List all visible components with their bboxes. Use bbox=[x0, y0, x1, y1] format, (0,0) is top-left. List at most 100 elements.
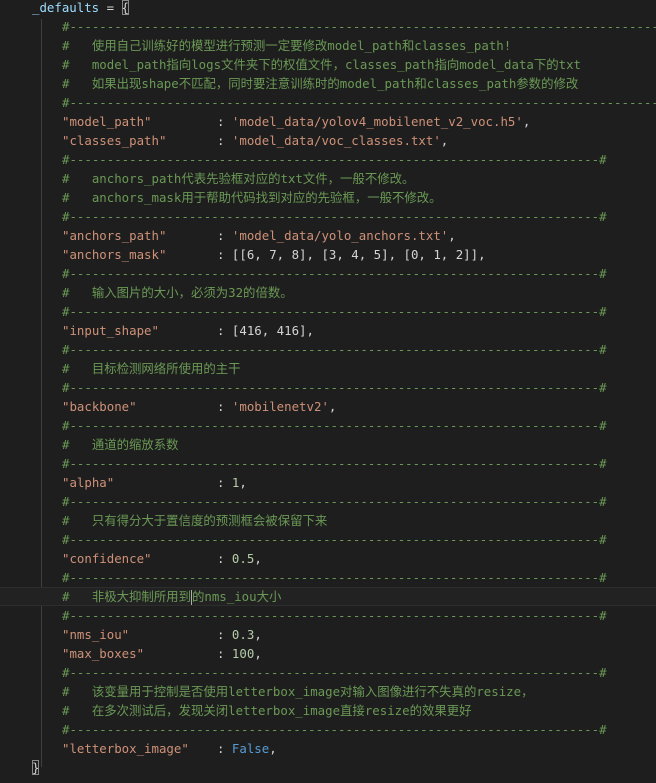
comma: , bbox=[306, 323, 314, 338]
comment-line: # 只有得分大于置信度的预测框会被保留下来 bbox=[62, 513, 328, 528]
colon: : bbox=[217, 475, 232, 490]
code-line[interactable]: # 使用自己训练好的模型进行预测一定要修改model_path和classes_… bbox=[0, 36, 656, 55]
comment-divider: #---------------------------------------… bbox=[62, 570, 607, 585]
code-line[interactable]: "backbone": 'mobilenetv2', bbox=[0, 397, 656, 416]
dict-value: 0.3 bbox=[231, 627, 255, 642]
comment-divider: #---------------------------------------… bbox=[62, 494, 607, 509]
open-brace: { bbox=[121, 0, 129, 15]
comment-line-tail: 的nms_iou大小 bbox=[191, 589, 282, 604]
dict-key: "max_boxes" bbox=[62, 646, 145, 661]
colon: : bbox=[217, 133, 232, 148]
dict-value: 'model_data/voc_classes.txt' bbox=[231, 133, 441, 148]
code-line[interactable]: #---------------------------------------… bbox=[0, 492, 656, 511]
dict-key: "classes_path" bbox=[62, 133, 167, 148]
code-line[interactable]: #---------------------------------------… bbox=[0, 416, 656, 435]
code-line[interactable]: #---------------------------------------… bbox=[0, 93, 656, 112]
comment-divider: #---------------------------------------… bbox=[62, 152, 607, 167]
comment-divider: #---------------------------------------… bbox=[62, 95, 656, 110]
comment-divider: #---------------------------------------… bbox=[62, 342, 607, 357]
comment-line: # 输入图片的大小，必须为32的倍数。 bbox=[62, 285, 293, 300]
code-line[interactable]: # model_path指向logs文件夹下的权值文件，classes_path… bbox=[0, 55, 656, 74]
code-line[interactable]: #---------------------------------------… bbox=[0, 207, 656, 226]
comma: , bbox=[254, 646, 262, 661]
code-line[interactable]: #---------------------------------------… bbox=[0, 264, 656, 283]
code-line[interactable]: "alpha": 1, bbox=[0, 473, 656, 492]
dict-value: 'model_data/yolo_anchors.txt' bbox=[231, 228, 449, 243]
dict-value: False bbox=[231, 741, 270, 756]
code-line[interactable]: #---------------------------------------… bbox=[0, 340, 656, 359]
code-line[interactable]: #---------------------------------------… bbox=[0, 606, 656, 625]
code-line[interactable]: "letterbox_image": False, bbox=[0, 739, 656, 758]
code-line[interactable]: # anchors_mask用于帮助代码找到对应的先验框，一般不修改。 bbox=[0, 188, 656, 207]
comment-divider: #---------------------------------------… bbox=[62, 722, 607, 737]
close-brace: } bbox=[32, 760, 40, 775]
colon: : bbox=[217, 323, 232, 338]
code-line[interactable]: #---------------------------------------… bbox=[0, 720, 656, 739]
comment-line: # 在多次测试后，发现关闭letterbox_image直接resize的效果更… bbox=[62, 703, 472, 718]
dict-key: "anchors_mask" bbox=[62, 247, 167, 262]
colon: : bbox=[217, 627, 232, 642]
code-line[interactable]: #---------------------------------------… bbox=[0, 150, 656, 169]
code-line[interactable]: "anchors_mask": [[6, 7, 8], [3, 4, 5], [… bbox=[0, 245, 656, 264]
dict-key: "confidence" bbox=[62, 551, 152, 566]
current-code-line[interactable]: # 非极大抑制所用到的nms_iou大小 bbox=[0, 587, 656, 606]
code-line[interactable]: #---------------------------------------… bbox=[0, 530, 656, 549]
colon: : bbox=[217, 551, 232, 566]
comment-line: # 非极大抑制所用到 bbox=[62, 589, 191, 604]
dict-key: "model_path" bbox=[62, 114, 152, 129]
dict-value: 'model_data/yolov4_mobilenet_v2_voc.h5' bbox=[231, 114, 523, 129]
code-line[interactable]: "max_boxes": 100, bbox=[0, 644, 656, 663]
code-line[interactable]: # 目标检测网络所使用的主干 bbox=[0, 359, 656, 378]
comment-line: # 通道的缩放系数 bbox=[62, 437, 179, 452]
code-line[interactable]: #---------------------------------------… bbox=[0, 17, 656, 36]
dict-key: "anchors_path" bbox=[62, 228, 167, 243]
colon: : bbox=[217, 247, 232, 262]
code-line[interactable]: "model_path": 'model_data/yolov4_mobilen… bbox=[0, 112, 656, 131]
code-line[interactable]: _defaults = { bbox=[0, 0, 656, 17]
comment-divider: #---------------------------------------… bbox=[62, 532, 607, 547]
code-line[interactable]: # 只有得分大于置信度的预测框会被保留下来 bbox=[0, 511, 656, 530]
code-line[interactable]: "nms_iou": 0.3, bbox=[0, 625, 656, 644]
code-line[interactable]: "anchors_path": 'model_data/yolo_anchors… bbox=[0, 226, 656, 245]
code-line[interactable]: # 该变量用于控制是否使用letterbox_image对输入图像进行不失真的r… bbox=[0, 682, 656, 701]
dict-key: "letterbox_image" bbox=[62, 741, 189, 756]
colon: : bbox=[217, 741, 232, 756]
comma: , bbox=[440, 133, 449, 148]
comment-line: # 如果出现shape不匹配，同时要注意训练时的model_path和class… bbox=[62, 76, 579, 91]
comma: , bbox=[254, 551, 262, 566]
code-line[interactable]: # anchors_path代表先验框对应的txt文件，一般不修改。 bbox=[0, 169, 656, 188]
code-line[interactable]: "input_shape": [416, 416], bbox=[0, 321, 656, 340]
comma: , bbox=[448, 228, 456, 243]
comment-divider: #---------------------------------------… bbox=[62, 456, 607, 471]
code-line[interactable]: "classes_path": 'model_data/voc_classes.… bbox=[0, 131, 656, 150]
code-line[interactable]: # 输入图片的大小，必须为32的倍数。 bbox=[0, 283, 656, 302]
colon: : bbox=[217, 114, 232, 129]
code-line[interactable]: #---------------------------------------… bbox=[0, 568, 656, 587]
code-line[interactable]: #---------------------------------------… bbox=[0, 378, 656, 397]
code-line[interactable]: #---------------------------------------… bbox=[0, 454, 656, 473]
code-line[interactable]: "confidence": 0.5, bbox=[0, 549, 656, 568]
comma: , bbox=[254, 627, 262, 642]
code-line[interactable]: # 如果出现shape不匹配，同时要注意训练时的model_path和class… bbox=[0, 74, 656, 93]
code-line[interactable]: } bbox=[0, 758, 656, 777]
comment-line: # anchors_mask用于帮助代码找到对应的先验框，一般不修改。 bbox=[62, 190, 442, 205]
assign-operator: = bbox=[99, 0, 122, 15]
comment-line: # 该变量用于控制是否使用letterbox_image对输入图像进行不失真的r… bbox=[62, 684, 534, 699]
comment-line: # anchors_path代表先验框对应的txt文件，一般不修改。 bbox=[62, 171, 415, 186]
dict-key: "backbone" bbox=[62, 399, 137, 414]
comment-divider: #---------------------------------------… bbox=[62, 665, 607, 680]
code-line[interactable]: # 通道的缩放系数 bbox=[0, 435, 656, 454]
code-editor[interactable]: _defaults = { #-------------------------… bbox=[0, 0, 656, 783]
comment-divider: #---------------------------------------… bbox=[62, 418, 607, 433]
comma: , bbox=[328, 399, 337, 414]
dict-value: 0.5 bbox=[231, 551, 255, 566]
variable-name: _defaults bbox=[32, 0, 100, 15]
code-line[interactable]: #---------------------------------------… bbox=[0, 302, 656, 321]
dict-key: "input_shape" bbox=[62, 323, 159, 338]
code-line[interactable]: #---------------------------------------… bbox=[0, 663, 656, 682]
code-line[interactable]: # 在多次测试后，发现关闭letterbox_image直接resize的效果更… bbox=[0, 701, 656, 720]
comment-divider: #---------------------------------------… bbox=[62, 380, 607, 395]
comment-divider: #---------------------------------------… bbox=[62, 19, 656, 34]
comma: , bbox=[239, 475, 247, 490]
comma: , bbox=[478, 247, 486, 262]
